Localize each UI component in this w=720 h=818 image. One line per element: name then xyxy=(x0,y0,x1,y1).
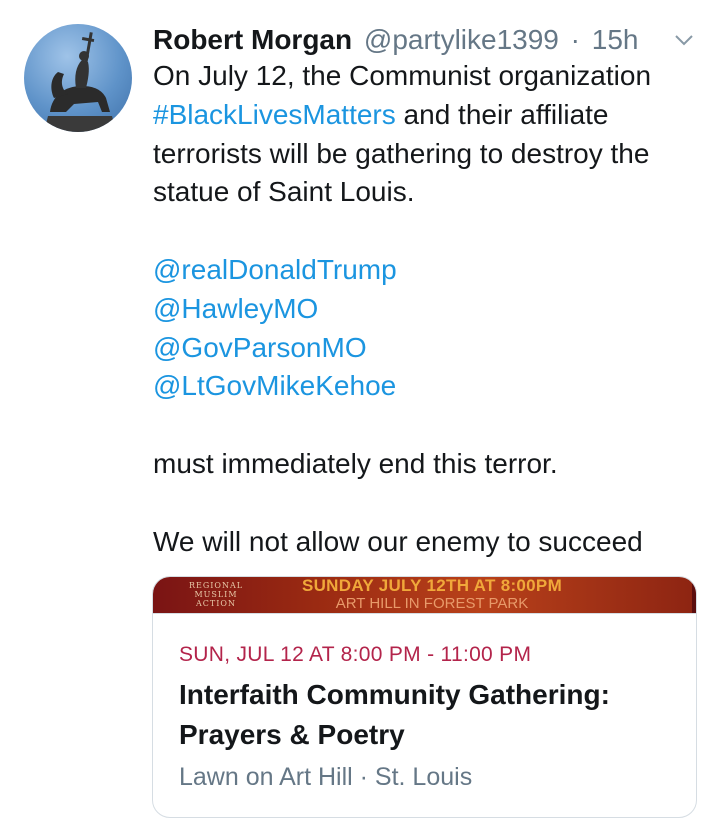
hashtag-link[interactable]: #BlackLivesMatters xyxy=(153,99,396,130)
event-date: SUN, JUL 12 AT 8:00 PM - 11:00 PM xyxy=(179,643,532,666)
tweet-line: On July 12, the Communist organization xyxy=(153,60,652,91)
tweet-line-text: and their affiliate xyxy=(395,98,609,130)
event-card[interactable]: REGIONAL MUSLIM ACTION SUNDAY JULY 12TH … xyxy=(152,576,697,818)
tweet-line: We will not allow our enemy to succeed xyxy=(153,525,643,557)
event-banner-image: REGIONAL MUSLIM ACTION SUNDAY JULY 12TH … xyxy=(153,577,696,614)
mention-link[interactable]: @GovParsonMO xyxy=(153,332,367,363)
mention-link[interactable]: @HawleyMO xyxy=(153,293,318,324)
mention-link[interactable]: @realDonaldTrump xyxy=(153,254,397,285)
tweet-line: #BlackLivesMatters and their affiliate xyxy=(153,96,713,135)
chevron-down-icon[interactable] xyxy=(674,32,694,48)
mention-link[interactable]: @LtGovMikeKehoe xyxy=(153,370,396,401)
author-handle[interactable]: @partylike1399 xyxy=(364,24,559,55)
tweet-line: must immediately end this terror. xyxy=(153,447,558,479)
tweet-timestamp[interactable]: 15h xyxy=(592,24,639,55)
tweet-header: Robert Morgan @partylike1399 · 15h xyxy=(153,20,706,62)
tweet-text: On July 12, the Communist organization #… xyxy=(153,57,713,561)
banner-logo: REGIONAL MUSLIM ACTION xyxy=(188,581,244,608)
tweet-line: statue of Saint Louis. xyxy=(153,176,415,208)
avatar[interactable] xyxy=(24,24,132,132)
tweet-line: terrorists will be gathering to destroy … xyxy=(153,137,650,169)
banner-subtitle: ART HILL IN FOREST PARK xyxy=(335,595,529,612)
banner-title: SUNDAY JULY 12TH AT 8:00PM xyxy=(301,576,563,595)
event-title: Interfaith Community Gathering: Prayers … xyxy=(179,679,610,750)
separator-dot: · xyxy=(570,24,580,55)
author-name[interactable]: Robert Morgan xyxy=(153,24,352,55)
event-location: Lawn on Art Hill · St. Louis xyxy=(179,763,473,791)
